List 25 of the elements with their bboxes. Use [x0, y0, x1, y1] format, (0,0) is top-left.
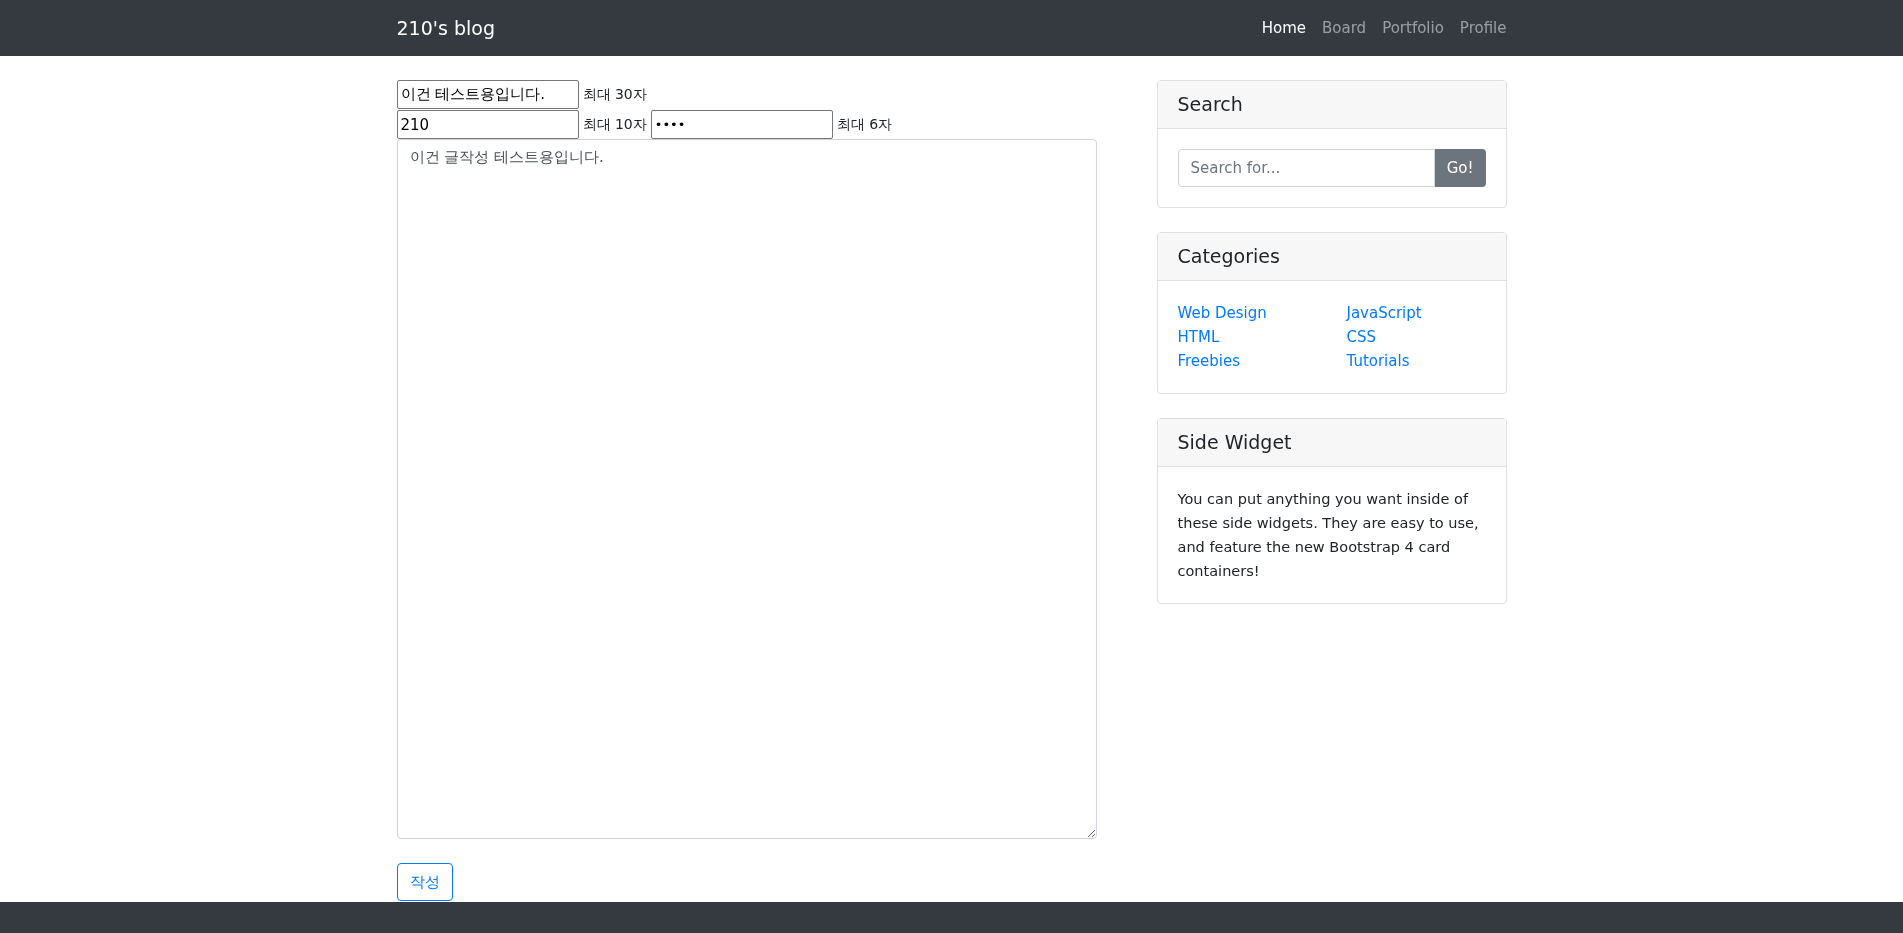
card-header: Categories	[1157, 233, 1506, 281]
widget-text: You can put anything you want inside of these side widgets. They are easy to use, and feature the new Bootstrap 4 card containers!	[1176, 490, 1480, 581]
nav-link[interactable]: Portfolio	[1382, 16, 1444, 40]
category-link[interactable]: CSS	[1346, 325, 1377, 349]
category-link[interactable]: Freebies	[1177, 349, 1241, 373]
category-link[interactable]: JavaScript	[1346, 301, 1422, 325]
password-limit-text: 최대 6자	[836, 115, 893, 134]
author-limit-text: 최대 10자	[582, 115, 647, 134]
nav-link[interactable]: Board	[1322, 16, 1367, 40]
search-button[interactable]: Go!	[1434, 149, 1486, 187]
category-link[interactable]: Tutorials	[1346, 349, 1410, 373]
content-textarea[interactable]: 이건 글작성 테스트용입니다.	[396, 139, 1097, 839]
nav-link[interactable]: Home	[1261, 16, 1307, 40]
category-link[interactable]: HTML	[1177, 325, 1220, 349]
category-link[interactable]: Web Design	[1177, 301, 1267, 325]
author-input[interactable]: 210	[396, 110, 579, 139]
nav-link[interactable]: Profile	[1459, 16, 1507, 40]
card-header: Side Widget	[1157, 419, 1506, 467]
password-input[interactable]: ••••	[650, 110, 833, 139]
title-input[interactable]: 이건 테스트용입니다.	[396, 80, 579, 109]
brand-link[interactable]: 210's blog	[396, 13, 495, 43]
card-header: Search	[1157, 81, 1506, 129]
title-limit-text: 최대 30자	[582, 85, 647, 104]
submit-button[interactable]: 작성	[396, 863, 453, 901]
search-field[interactable]: Search for...	[1177, 149, 1435, 187]
